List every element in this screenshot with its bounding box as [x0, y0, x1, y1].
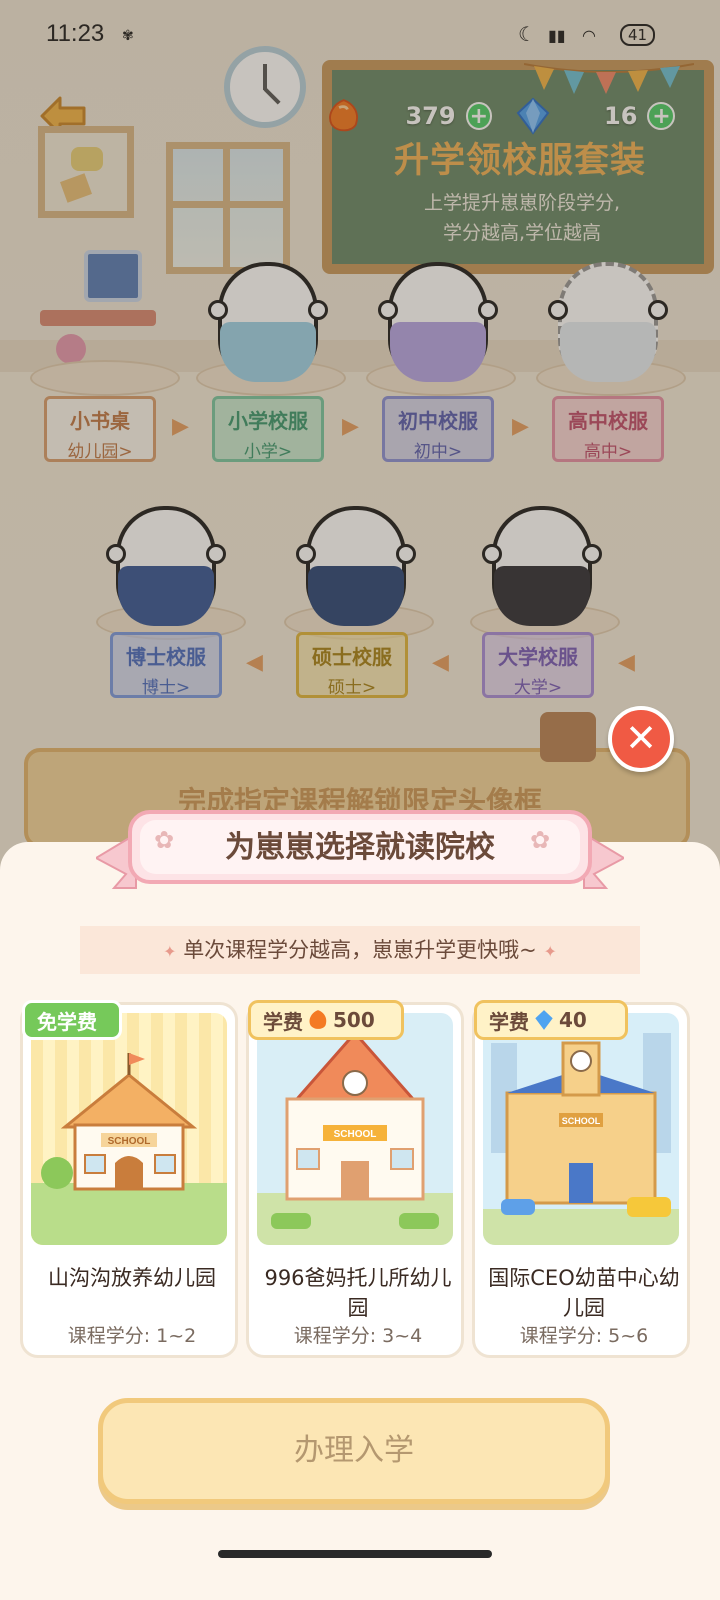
tuition-amount: 40	[559, 1008, 587, 1032]
hint-bar: ✦ 单次课程学分越高，崽崽升学更快哦~ ✦	[80, 926, 640, 974]
school-credit: 课程学分: 1~2	[67, 1325, 197, 1347]
tuition-badge: 学费 40	[474, 1000, 628, 1040]
free-tuition-badge: 免学费	[22, 1000, 122, 1040]
international-school-illustration: SCHOOL	[483, 1013, 679, 1245]
tuition-amount: 500	[333, 1008, 375, 1032]
paw-icon: ✿	[530, 826, 551, 854]
sparkle-icon: ✦	[163, 942, 177, 961]
school-card-1[interactable]: SCHOOL 山沟沟放养幼儿园 课程学分: 1~2	[20, 1002, 238, 1358]
school-credit: 课程学分: 3~4	[293, 1325, 423, 1347]
sparkle-icon: ✦	[543, 942, 557, 961]
hint-text: 单次课程学分越高，崽崽升学更快哦~	[183, 938, 537, 962]
tuition-badge: 学费 500	[248, 1000, 404, 1040]
home-indicator[interactable]	[218, 1550, 492, 1558]
school-name: 996爸妈托儿所幼儿园	[264, 1266, 452, 1320]
school-credit: 课程学分: 5~6	[519, 1325, 649, 1347]
kindergarten-illustration: SCHOOL	[31, 1013, 227, 1245]
close-icon: ✕	[625, 716, 657, 760]
sheet-title: 为崽崽选择就读院校	[225, 830, 495, 865]
svg-text:SCHOOL: SCHOOL	[562, 1116, 601, 1126]
nursery-illustration: SCHOOL	[257, 1013, 453, 1245]
svg-text:SCHOOL: SCHOOL	[108, 1136, 151, 1147]
badge-label: 学费	[263, 1009, 303, 1034]
blue-diamond-icon	[535, 1010, 553, 1030]
school-card-2[interactable]: SCHOOL 996爸妈托儿所幼儿园 课程学分: 3~4	[246, 1002, 464, 1358]
school-name: 山沟沟放养幼儿园	[48, 1266, 216, 1290]
school-name: 国际CEO幼苗中心幼儿园	[488, 1266, 680, 1320]
close-button[interactable]: ✕	[608, 706, 674, 772]
school-card-3[interactable]: SCHOOL 国际CEO幼苗中心幼儿园 课程学分: 5~6	[472, 1002, 690, 1358]
enroll-button[interactable]: 办理入学	[98, 1398, 610, 1504]
svg-text:SCHOOL: SCHOOL	[334, 1129, 377, 1140]
badge-label: 学费	[489, 1009, 529, 1034]
orange-gem-icon	[309, 1010, 327, 1029]
badge-label: 免学费	[37, 1009, 97, 1034]
